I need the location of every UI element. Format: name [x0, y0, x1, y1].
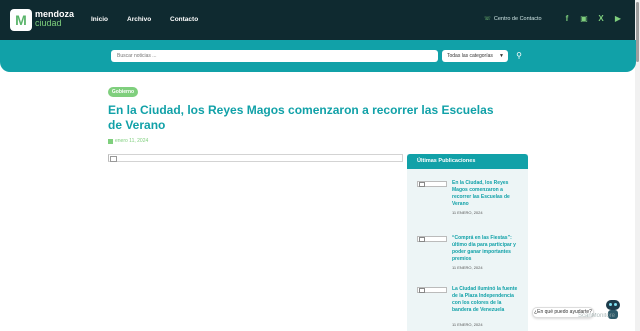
search-input[interactable]: [111, 50, 438, 62]
article-date: enero 11, 2024: [108, 138, 148, 144]
instagram-icon[interactable]: ▣: [579, 14, 589, 24]
robot-eye: [614, 303, 617, 306]
robot-head: [606, 300, 620, 310]
nav-contacto[interactable]: Contacto: [170, 16, 198, 23]
watermark: ScanMonitore: [578, 313, 616, 319]
calendar-icon: [108, 138, 113, 144]
logo-letter: M: [15, 12, 27, 28]
article-title: En la Ciudad, los Reyes Magos comenzaron…: [108, 103, 494, 132]
post-date: 11 ENERO, 2024: [452, 265, 483, 270]
latest-posts-sidebar: Últimas Publicaciones En la Ciudad, los …: [407, 154, 528, 331]
logo[interactable]: M: [10, 9, 32, 31]
brand-name[interactable]: mendoza ciudad: [35, 10, 74, 28]
robot-eye: [609, 303, 612, 306]
headset-icon: ☏: [484, 16, 491, 22]
sidebar-heading: Últimas Publicaciones: [407, 154, 528, 169]
contact-center-link[interactable]: ☏ Centro de Contacto: [484, 16, 542, 22]
search-icon: ⚲: [516, 51, 522, 60]
brand-line-2: ciudad: [35, 18, 62, 28]
post-title-link[interactable]: La Ciudad iluminó la fuente de la Plaza …: [452, 286, 522, 314]
post-thumbnail[interactable]: [417, 181, 447, 187]
chevron-down-icon: ▼: [499, 53, 504, 59]
post-title-link[interactable]: “Comprá en las Fiestas”: último día para…: [452, 235, 522, 263]
category-badge[interactable]: Gobierno: [108, 87, 138, 97]
nav-inicio[interactable]: Inicio: [91, 16, 108, 23]
post-date: 11 ENERO, 2024: [452, 322, 483, 327]
contact-center-label: Centro de Contacto: [493, 16, 542, 22]
category-select[interactable]: Todas las categorías ▼: [442, 50, 508, 62]
post-date: 11 ENERO, 2024: [452, 210, 483, 215]
x-icon[interactable]: X: [596, 14, 606, 24]
post-thumbnail[interactable]: [417, 287, 447, 293]
youtube-icon[interactable]: ▶: [613, 14, 623, 24]
search-button[interactable]: ⚲: [514, 50, 524, 62]
article-date-text: enero 11, 2024: [115, 138, 149, 144]
category-select-value: Todas las categorías: [447, 53, 493, 59]
article-image: [108, 154, 403, 162]
post-title-link[interactable]: En la Ciudad, los Reyes Magos comenzaron…: [452, 180, 522, 208]
facebook-icon[interactable]: f: [562, 14, 572, 24]
post-thumbnail[interactable]: [417, 236, 447, 242]
scrollbar-thumb[interactable]: [636, 2, 639, 62]
nav-archivo[interactable]: Archivo: [127, 16, 151, 23]
